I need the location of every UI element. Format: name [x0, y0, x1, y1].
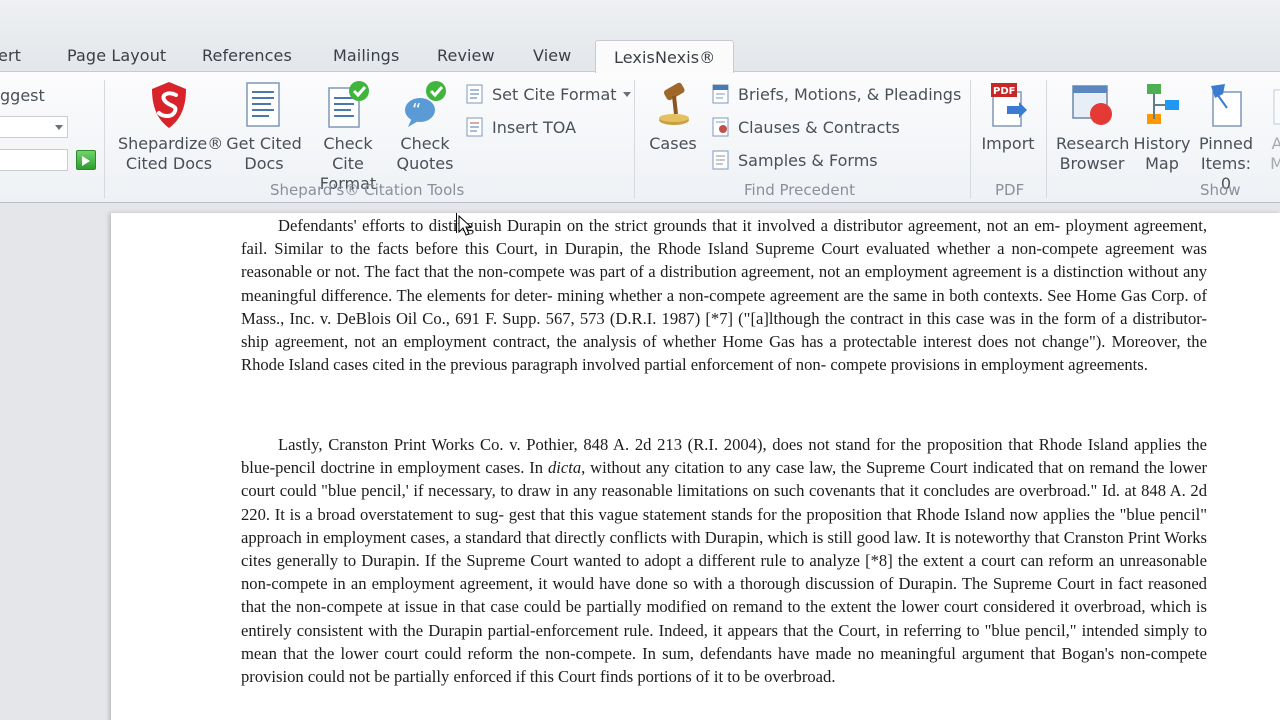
partial-show-label-line2: M — [1270, 154, 1280, 173]
set-cite-format-button[interactable]: Set Cite Format — [464, 81, 631, 107]
samples-forms-button[interactable]: Samples & Forms — [710, 147, 878, 173]
history-map-icon — [1139, 80, 1185, 130]
ribbon-panel: ggest Shepardize® Cited Docs Get Cited D… — [0, 72, 1280, 203]
svg-text:“: “ — [412, 100, 421, 121]
document-icon — [241, 80, 287, 130]
shepards-logo-icon — [146, 80, 192, 130]
para1-line: Defendants' efforts to distinguish Durap… — [278, 216, 1061, 235]
history-map-label-line1: History — [1133, 134, 1191, 153]
table-of-authorities-icon — [464, 116, 486, 138]
tab-view[interactable]: View — [533, 46, 571, 70]
suggest-label: ggest — [0, 86, 45, 105]
para2-line: mean that the lower court could reform t… — [241, 643, 1056, 663]
set-cite-format-label: Set Cite Format — [492, 84, 617, 104]
para1-line: compete provisions in employment agreeme… — [830, 355, 1148, 375]
para1-line: ship agreement, not an employment contra… — [241, 332, 1036, 352]
group-label-pdf: PDF — [995, 181, 1025, 199]
para1-line: Oil Co., 691 F. Supp. 567, 573 (D.R.I. 1… — [395, 308, 1208, 328]
check-quotes-label-line2: Quotes — [396, 154, 454, 173]
tab-lexisnexis[interactable]: LexisNexis® — [595, 40, 735, 73]
contract-icon — [710, 116, 732, 138]
research-browser-label-line1: Research — [1056, 134, 1130, 153]
paragraph-2[interactable]: Lastly, Cranston Print Works Co. v. Poth… — [241, 433, 1207, 688]
tab-insert[interactable]: ert — [0, 46, 21, 70]
pin-icon — [1203, 80, 1249, 130]
group-separator — [1046, 80, 1047, 198]
research-browser-button[interactable]: Research Browser — [1056, 80, 1130, 174]
group-separator — [970, 80, 971, 198]
research-browser-label-line2: Browser — [1059, 154, 1125, 173]
para2-line: Durapin partial-enforcement rule. Indeed… — [428, 620, 1207, 640]
check-cite-label-line1: Check Cite — [323, 134, 373, 173]
para2-text: , without any citation to any case law, … — [581, 458, 862, 478]
paragraph-1[interactable]: Defendants' efforts to distinguish Durap… — [241, 214, 1207, 376]
cases-label: Cases — [649, 134, 697, 153]
tab-page-layout[interactable]: Page Layout — [67, 46, 166, 70]
shepardize-label-line2: Cited Docs — [125, 154, 213, 173]
import-pdf-button[interactable]: PDF Import — [978, 80, 1038, 154]
group-separator — [104, 80, 105, 198]
research-browser-icon — [1069, 80, 1115, 130]
cases-button[interactable]: Cases — [646, 80, 700, 154]
chevron-down-icon[interactable] — [622, 91, 631, 97]
tab-references[interactable]: References — [202, 46, 292, 70]
get-cited-label-line2: Docs — [244, 154, 284, 173]
partial-show-label-line1: A — [1271, 134, 1280, 153]
pinned-items-button[interactable]: Pinned Items: 0 — [1194, 80, 1258, 194]
tab-review[interactable]: Review — [437, 46, 495, 70]
svg-text:PDF: PDF — [993, 86, 1015, 97]
form-document-icon — [710, 149, 732, 171]
brief-document-icon — [710, 83, 732, 105]
go-arrow-button[interactable] — [76, 150, 96, 170]
group-label-citation-tools: Shepard's® Citation Tools — [270, 181, 465, 199]
text-cursor — [456, 213, 457, 233]
partial-show-button[interactable]: A M — [1262, 80, 1280, 174]
get-cited-docs-button[interactable]: Get Cited Docs — [226, 80, 302, 174]
document-area: Defendants' efforts to distinguish Durap… — [0, 203, 1280, 720]
chevron-down-icon[interactable] — [55, 125, 63, 130]
format-document-icon — [464, 83, 486, 105]
document-check-icon — [325, 80, 371, 130]
history-map-button[interactable]: History Map — [1132, 80, 1192, 174]
group-separator — [634, 80, 635, 198]
input-field[interactable] — [0, 149, 68, 171]
ribbon-tab-strip: ert Page Layout References Mailings Revi… — [0, 0, 1280, 73]
mouse-pointer-icon — [458, 215, 472, 236]
group-label-find-precedent: Find Precedent — [744, 181, 855, 199]
check-quotes-label-line1: Check — [400, 134, 450, 153]
pdf-import-icon: PDF — [985, 80, 1031, 130]
italic-dicta: dicta — [547, 458, 582, 478]
quote-bubble-check-icon: “ — [402, 80, 448, 130]
pinned-items-label-line1: Pinned — [1198, 134, 1254, 153]
samples-label: Samples & Forms — [738, 150, 878, 170]
insert-toa-button[interactable]: Insert TOA — [464, 114, 576, 140]
check-cite-format-button[interactable]: Check Cite Format — [306, 80, 390, 194]
style-combo[interactable] — [0, 116, 68, 138]
history-map-label-line2: Map — [1145, 154, 1179, 173]
check-quotes-button[interactable]: “ Check Quotes — [394, 80, 456, 174]
document-page[interactable]: Defendants' efforts to distinguish Durap… — [111, 213, 1280, 720]
import-label: Import — [981, 134, 1035, 153]
para2-line: Lastly, Cranston Print Works Co. v. Poth… — [278, 435, 1034, 454]
document-icon — [1268, 80, 1280, 130]
shepardize-cited-docs-button[interactable]: Shepardize® Cited Docs — [118, 80, 224, 174]
tab-mailings[interactable]: Mailings — [333, 46, 399, 70]
clauses-label: Clauses & Contracts — [738, 117, 900, 137]
briefs-label: Briefs, Motions, & Pleadings — [738, 84, 962, 104]
gavel-icon — [650, 80, 696, 130]
para2-line: employment cases, a standard that direct… — [323, 527, 1060, 547]
group-label-show: Show — [1200, 181, 1241, 199]
shepardize-label-line1: Shepardize® — [118, 134, 224, 153]
briefs-motions-pleadings-button[interactable]: Briefs, Motions, & Pleadings — [710, 81, 961, 107]
insert-toa-label: Insert TOA — [492, 117, 577, 137]
get-cited-label-line1: Get Cited — [226, 134, 302, 153]
clauses-contracts-button[interactable]: Clauses & Contracts — [710, 114, 900, 140]
